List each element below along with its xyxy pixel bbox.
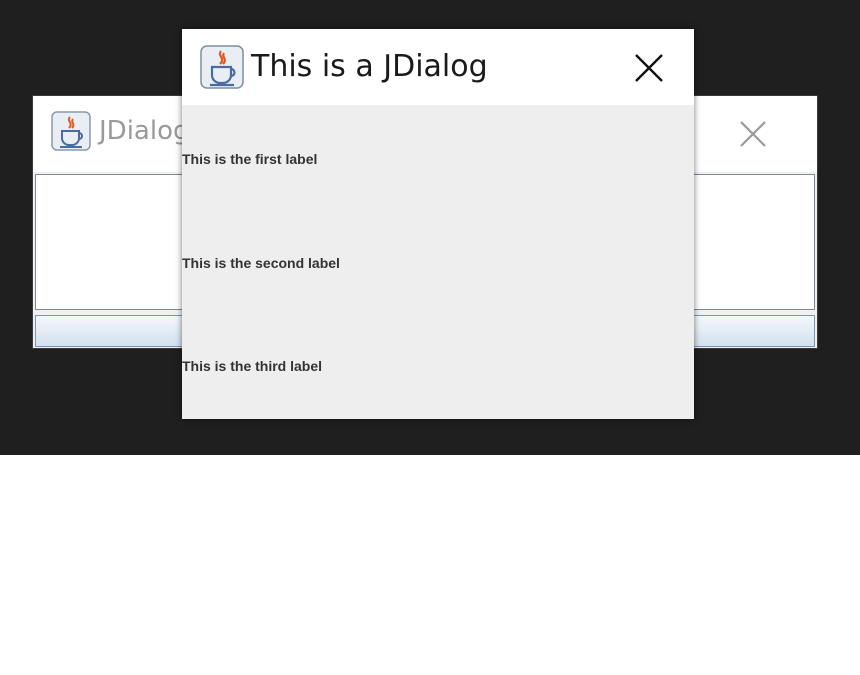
close-icon[interactable] — [632, 51, 666, 85]
front-dialog-title: This is a JDialog — [251, 49, 488, 84]
java-coffee-cup-icon — [200, 45, 244, 89]
front-dialog-titlebar[interactable]: This is a JDialog — [182, 29, 694, 105]
java-coffee-cup-icon — [51, 111, 91, 151]
third-label: This is the third label — [182, 358, 323, 374]
background-dialog-title: JDialog — [99, 116, 190, 146]
close-icon[interactable] — [737, 118, 769, 150]
front-dialog[interactable]: This is a JDialog This is the first labe… — [182, 29, 694, 419]
first-label: This is the first label — [182, 151, 318, 167]
second-label: This is the second label — [182, 255, 340, 271]
